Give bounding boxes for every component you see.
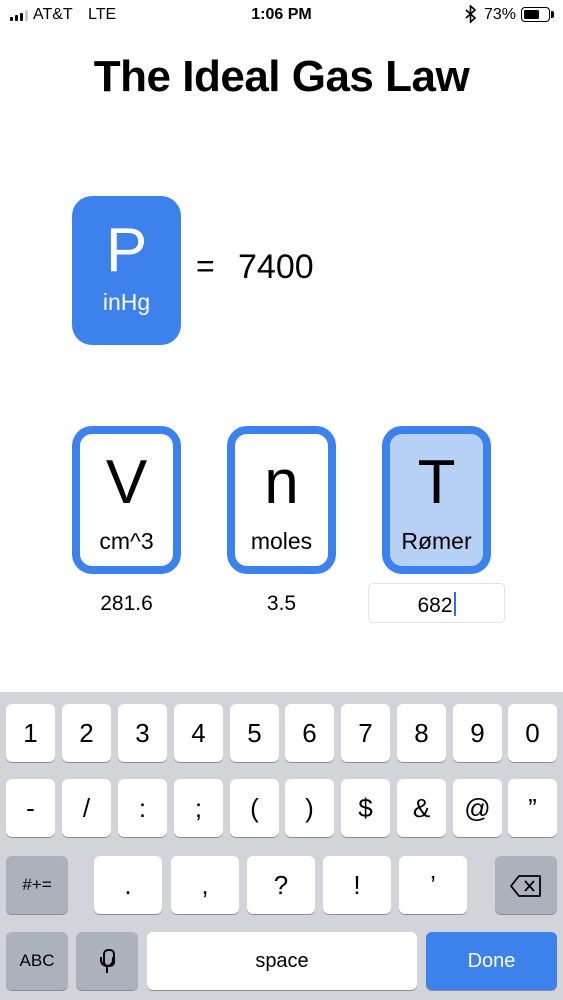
bluetooth-icon: [465, 4, 477, 28]
key-3[interactable]: 3: [118, 704, 167, 762]
key-0[interactable]: 0: [508, 704, 557, 762]
microphone-icon: [100, 948, 115, 975]
moles-value[interactable]: 3.5: [227, 592, 336, 616]
space-key[interactable]: space: [147, 932, 417, 990]
volume-unit: cm^3: [99, 528, 154, 554]
temperature-tile[interactable]: T Rømer: [382, 426, 491, 574]
volume-tile[interactable]: V cm^3: [72, 426, 181, 574]
status-time: 1:06 PM: [251, 6, 312, 23]
key-1[interactable]: 1: [6, 704, 55, 762]
key-apostrophe[interactable]: ’: [399, 856, 467, 914]
microphone-key[interactable]: [76, 932, 138, 990]
key-exclamation[interactable]: !: [323, 856, 391, 914]
moles-symbol: n: [264, 448, 299, 517]
key-period[interactable]: .: [94, 856, 162, 914]
page-title: The Ideal Gas Law: [93, 52, 470, 101]
status-bar: AT&T LTE 1:06 PM 73%: [0, 0, 563, 30]
key-5[interactable]: 5: [230, 704, 279, 762]
text-caret: [453, 592, 456, 616]
key-comma[interactable]: ,: [171, 856, 239, 914]
temperature-symbol: T: [417, 448, 456, 517]
key-dollar[interactable]: $: [341, 779, 390, 837]
key-semicolon[interactable]: ;: [174, 779, 223, 837]
battery-icon: [521, 7, 550, 22]
key-4[interactable]: 4: [174, 704, 223, 762]
key-7[interactable]: 7: [341, 704, 390, 762]
volume-symbol: V: [105, 448, 148, 517]
backspace-icon: [510, 874, 541, 897]
equals-sign: =: [196, 248, 215, 284]
done-key[interactable]: Done: [426, 932, 557, 990]
key-question[interactable]: ?: [247, 856, 315, 914]
volume-value[interactable]: 281.6: [72, 592, 181, 616]
symbols-key[interactable]: #+=: [6, 856, 68, 914]
pressure-symbol: P: [105, 216, 148, 285]
backspace-key[interactable]: [495, 856, 557, 914]
battery-tip: [551, 11, 554, 18]
pressure-unit: inHg: [102, 289, 151, 315]
temperature-input[interactable]: 682: [368, 583, 505, 623]
key-2[interactable]: 2: [62, 704, 111, 762]
key-9[interactable]: 9: [453, 704, 502, 762]
key-slash[interactable]: /: [62, 779, 111, 837]
abc-key[interactable]: ABC: [6, 932, 68, 990]
battery-level-fill: [524, 10, 540, 19]
result-value: 7400: [238, 248, 314, 286]
temperature-input-text: 682: [417, 594, 453, 617]
key-quote[interactable]: ”: [508, 779, 557, 837]
key-at[interactable]: @: [453, 779, 502, 837]
temperature-unit: Rømer: [401, 528, 472, 554]
moles-tile[interactable]: n moles: [227, 426, 336, 574]
key-colon[interactable]: :: [118, 779, 167, 837]
moles-unit: moles: [250, 528, 313, 554]
key-close-paren[interactable]: ): [285, 779, 334, 837]
key-ampersand[interactable]: &: [397, 779, 446, 837]
key-hyphen[interactable]: -: [6, 779, 55, 837]
key-open-paren[interactable]: (: [230, 779, 279, 837]
pressure-tile[interactable]: P inHg: [72, 196, 181, 345]
key-6[interactable]: 6: [285, 704, 334, 762]
battery-percent: 73%: [484, 6, 517, 23]
numeric-keyboard: 1 2 3 4 5 6 7 8 9 0 - / : ; ( ) $ & @ ” …: [0, 692, 563, 1000]
key-8[interactable]: 8: [397, 704, 446, 762]
